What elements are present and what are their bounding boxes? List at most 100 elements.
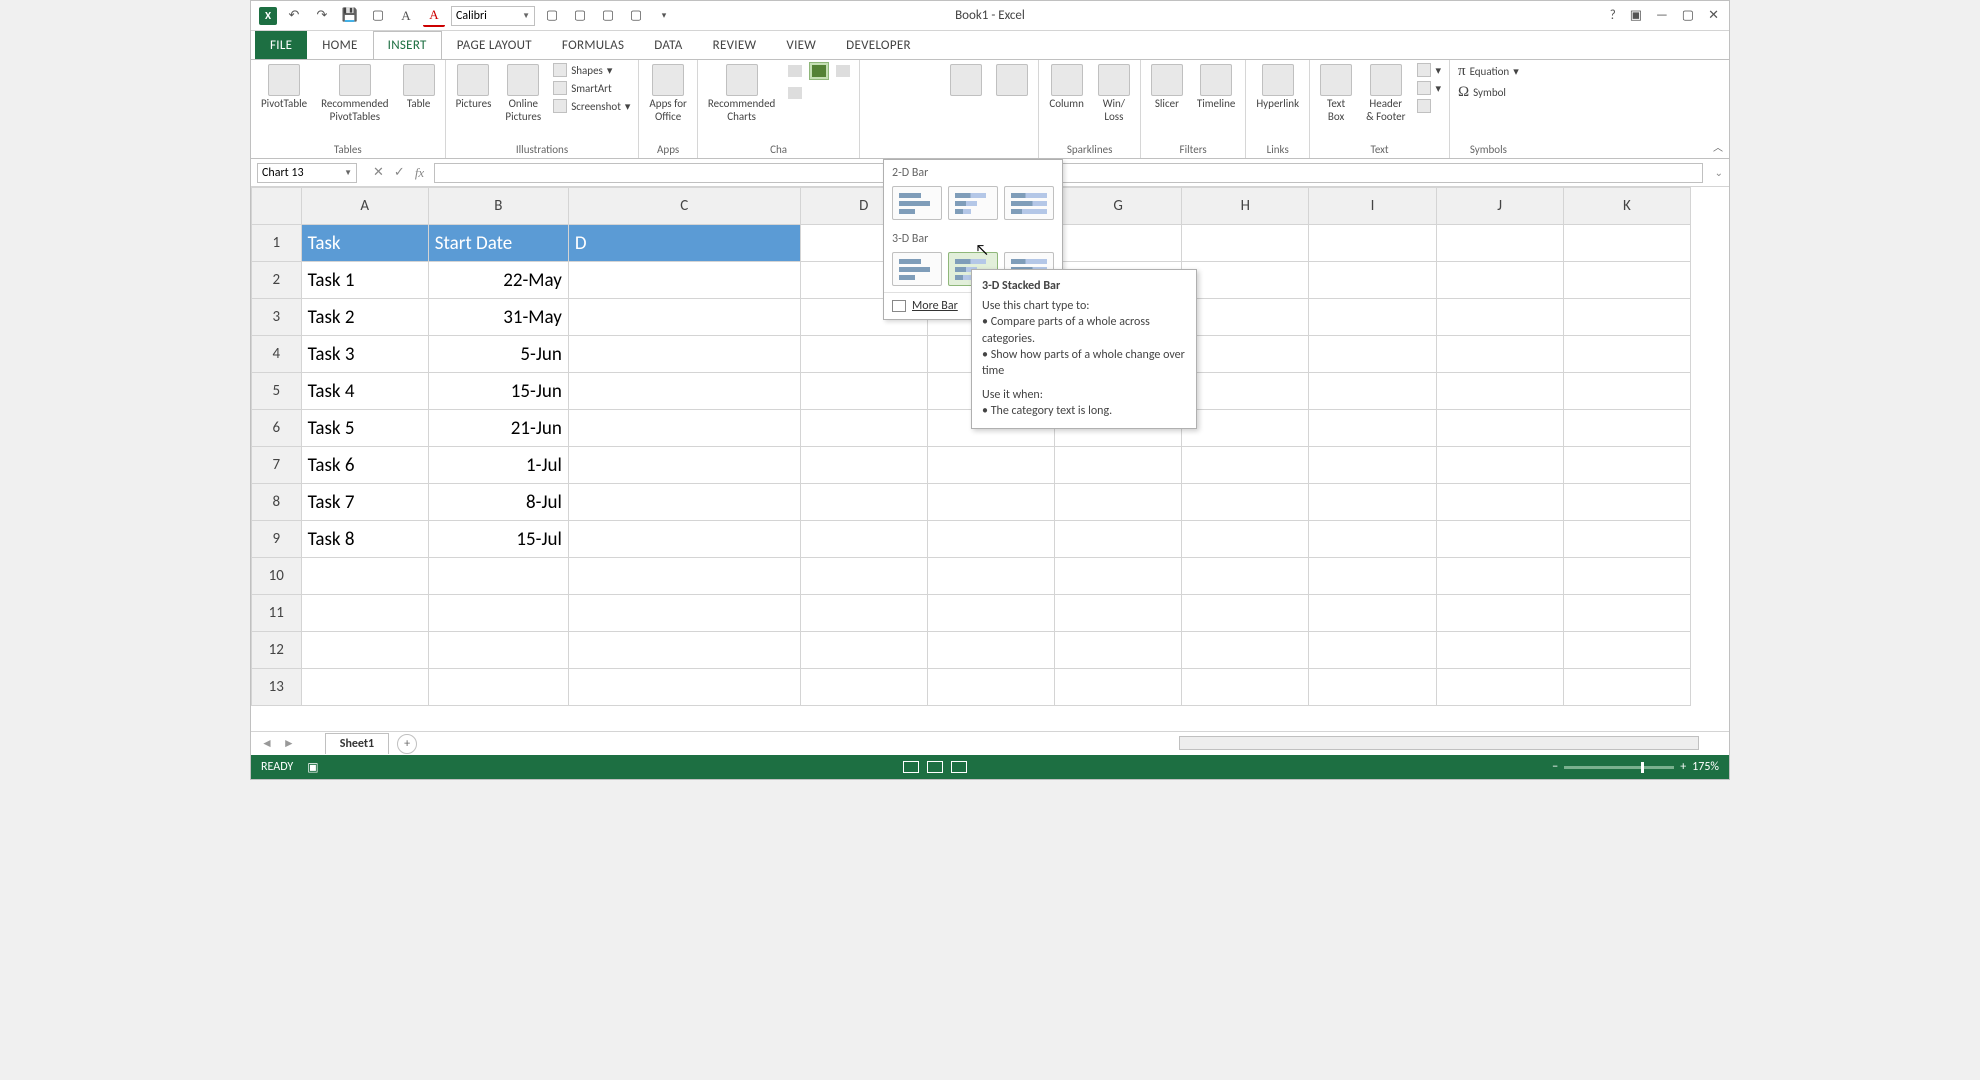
cell[interactable]	[428, 558, 568, 595]
pivottable-button[interactable]: PivotTable	[257, 62, 311, 113]
cell[interactable]: 21-Jun	[428, 410, 568, 447]
cell[interactable]	[927, 558, 1054, 595]
col-header-B[interactable]: B	[428, 188, 568, 225]
zoom-out-button[interactable]: −	[1552, 760, 1558, 774]
cell[interactable]	[1436, 299, 1563, 336]
cell[interactable]	[428, 632, 568, 669]
insert-function-button[interactable]: fx	[415, 165, 424, 181]
cell[interactable]	[927, 484, 1054, 521]
cell[interactable]	[800, 484, 927, 521]
wordart-button[interactable]: ▾	[1415, 62, 1443, 78]
row-header[interactable]: 5	[252, 373, 302, 410]
cell[interactable]	[1563, 521, 1690, 558]
qa-button-1[interactable]: ▢	[541, 5, 563, 27]
expand-formula-bar-button[interactable]: ⌄	[1709, 166, 1729, 179]
cell[interactable]: Task 2	[301, 299, 428, 336]
cell[interactable]	[1182, 299, 1309, 336]
row-header[interactable]: 10	[252, 558, 302, 595]
cell[interactable]	[800, 373, 927, 410]
cell[interactable]	[1182, 447, 1309, 484]
cell[interactable]	[1309, 447, 1436, 484]
cell[interactable]	[568, 632, 800, 669]
ribbon-display-button[interactable]: ▣	[1630, 8, 1642, 23]
header-footer-button[interactable]: Header & Footer	[1362, 62, 1409, 125]
add-sheet-button[interactable]: +	[397, 734, 417, 754]
cell[interactable]	[1182, 558, 1309, 595]
row-header[interactable]: 12	[252, 632, 302, 669]
font-name-selector[interactable]: Calibri ▼	[451, 6, 535, 26]
100pct-stacked-bar-2d-button[interactable]	[1004, 186, 1054, 220]
qa-button-3[interactable]: ▢	[597, 5, 619, 27]
tab-insert[interactable]: INSERT	[373, 31, 442, 59]
cell[interactable]	[1436, 669, 1563, 706]
clustered-bar-2d-button[interactable]	[892, 186, 942, 220]
cell[interactable]	[1436, 632, 1563, 669]
enter-formula-button[interactable]: ✓	[394, 165, 405, 181]
cell[interactable]	[301, 595, 428, 632]
cell[interactable]	[1182, 484, 1309, 521]
tab-file[interactable]: FILE	[255, 31, 307, 59]
row-header[interactable]: 2	[252, 262, 302, 299]
cell[interactable]	[927, 521, 1054, 558]
cell[interactable]: Start Date	[428, 225, 568, 262]
cell[interactable]	[1182, 521, 1309, 558]
cell[interactable]	[1055, 669, 1182, 706]
equation-button[interactable]: π Equation ▾	[1456, 62, 1521, 81]
minimize-button[interactable]: —	[1656, 8, 1668, 23]
cell[interactable]	[1436, 521, 1563, 558]
slicer-button[interactable]: Slicer	[1147, 62, 1187, 113]
customize-qa-button[interactable]: ▾	[653, 5, 675, 27]
cell[interactable]	[1309, 373, 1436, 410]
symbol-button[interactable]: Ω Symbol	[1456, 83, 1521, 102]
screenshot-button[interactable]: Screenshot ▾	[551, 98, 632, 114]
qa-button-2[interactable]: ▢	[569, 5, 591, 27]
row-header[interactable]: 11	[252, 595, 302, 632]
textbox-button[interactable]: Text Box	[1316, 62, 1356, 125]
cell[interactable]	[1309, 558, 1436, 595]
cell[interactable]	[1309, 484, 1436, 521]
col-header-C[interactable]: C	[568, 188, 800, 225]
cell[interactable]	[1436, 410, 1563, 447]
cell[interactable]	[568, 484, 800, 521]
cell[interactable]	[927, 595, 1054, 632]
cell[interactable]	[301, 558, 428, 595]
cell[interactable]	[1436, 225, 1563, 262]
close-button[interactable]: ✕	[1708, 8, 1719, 23]
cell[interactable]: Task	[301, 225, 428, 262]
cell[interactable]	[301, 632, 428, 669]
signature-line-button[interactable]: ▾	[1415, 80, 1443, 96]
cell[interactable]	[568, 262, 800, 299]
timeline-button[interactable]: Timeline	[1193, 62, 1239, 113]
cell[interactable]	[1563, 447, 1690, 484]
cell[interactable]	[1436, 336, 1563, 373]
page-layout-view-button[interactable]	[927, 761, 943, 773]
cell[interactable]: 1-Jul	[428, 447, 568, 484]
qa-button-4[interactable]: ▢	[625, 5, 647, 27]
col-header-A[interactable]: A	[301, 188, 428, 225]
cell[interactable]	[1436, 484, 1563, 521]
cell[interactable]: 8-Jul	[428, 484, 568, 521]
cell[interactable]	[1563, 484, 1690, 521]
cell[interactable]: Task 3	[301, 336, 428, 373]
cell[interactable]: Task 7	[301, 484, 428, 521]
zoom-slider[interactable]	[1564, 766, 1674, 769]
tab-developer[interactable]: DEVELOPER	[831, 31, 926, 59]
cell[interactable]	[1563, 595, 1690, 632]
insert-column-chart-button[interactable]	[785, 62, 805, 80]
normal-view-button[interactable]	[903, 761, 919, 773]
cell[interactable]	[800, 336, 927, 373]
cell[interactable]	[568, 336, 800, 373]
font-size-dec-icon[interactable]: A	[395, 5, 417, 27]
page-break-view-button[interactable]	[951, 761, 967, 773]
cell[interactable]	[927, 669, 1054, 706]
recommended-charts-button[interactable]: Recommended Charts	[704, 62, 779, 125]
cell[interactable]: 31-May	[428, 299, 568, 336]
cell[interactable]	[568, 558, 800, 595]
row-header[interactable]: 8	[252, 484, 302, 521]
cell[interactable]: Task 6	[301, 447, 428, 484]
object-button[interactable]	[1415, 98, 1443, 114]
column-sparkline-button[interactable]: Column	[1045, 62, 1088, 113]
cell[interactable]	[568, 447, 800, 484]
cell[interactable]: 5-Jun	[428, 336, 568, 373]
cell[interactable]	[1309, 669, 1436, 706]
